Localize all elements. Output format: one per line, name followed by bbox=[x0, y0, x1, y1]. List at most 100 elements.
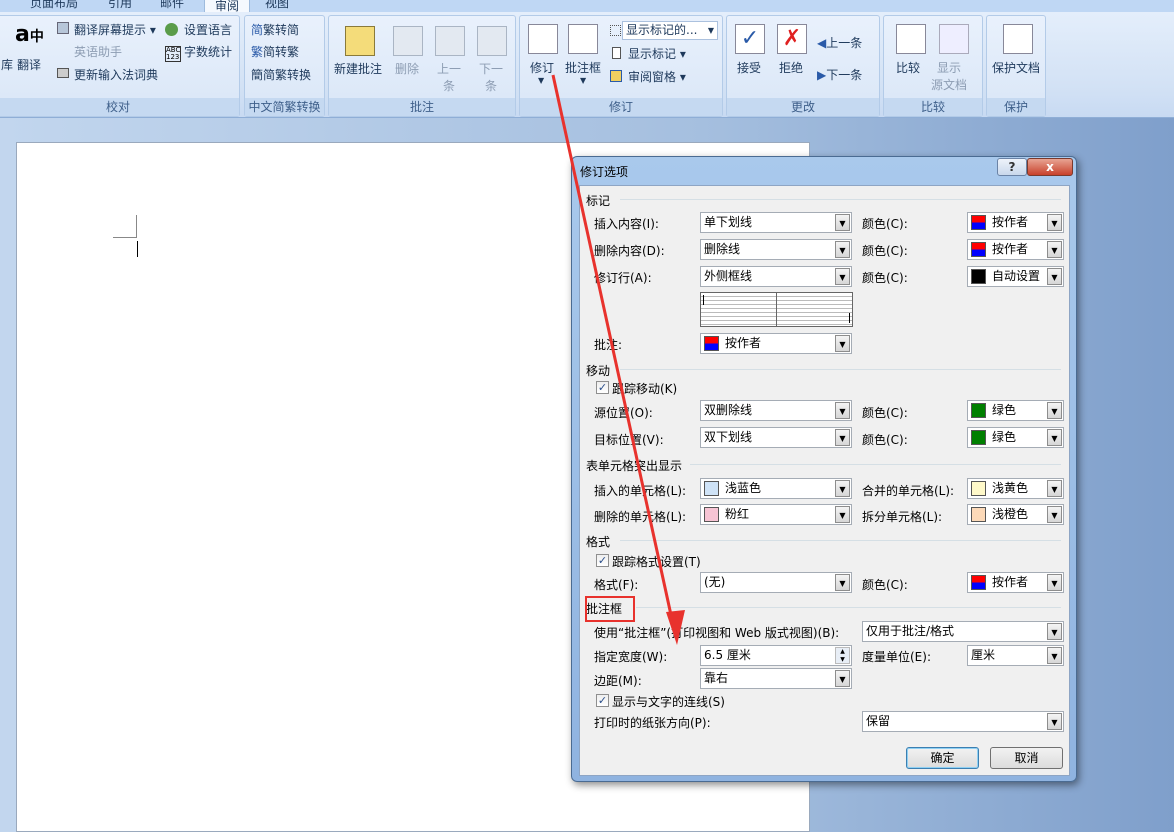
preferred-width-input[interactable]: 6.5 厘米 ▲ ▼ bbox=[700, 645, 852, 666]
next-change-button[interactable]: ▶下一条 bbox=[817, 66, 862, 83]
chevron-down-icon: ▼ bbox=[835, 214, 850, 231]
comments-color-select[interactable]: 按作者 ▼ bbox=[700, 333, 852, 354]
dialog-title: 修订选项 bbox=[580, 165, 629, 179]
tab-review[interactable]: 审阅 bbox=[204, 0, 251, 13]
previous-change-button[interactable]: ◀上一条 bbox=[817, 34, 862, 51]
display-for-review-select[interactable]: 显示标记的... ▼ bbox=[622, 21, 718, 40]
accept-button[interactable]: 接受 bbox=[737, 59, 761, 76]
spinner-icon[interactable]: ▲ ▼ bbox=[835, 647, 850, 664]
chevron-down-icon: ▼ bbox=[1047, 480, 1062, 497]
show-source-button[interactable]: 显示 源文档 bbox=[931, 59, 967, 93]
formatting-select[interactable]: (无) ▼ bbox=[700, 572, 852, 593]
chevron-down-icon: ▼ bbox=[1047, 647, 1062, 664]
cancel-button[interactable]: 取消 bbox=[990, 747, 1063, 769]
color-swatch bbox=[971, 215, 986, 230]
globe-icon bbox=[165, 23, 178, 36]
word-count-button[interactable]: 字数统计 bbox=[184, 43, 232, 60]
track-changes-icon bbox=[528, 24, 558, 54]
color-swatch bbox=[971, 481, 986, 496]
paper-orientation-select[interactable]: 保留 ▼ bbox=[862, 711, 1064, 732]
split-cells-select[interactable]: 浅橙色 ▼ bbox=[967, 504, 1064, 525]
set-language-button[interactable]: 设置语言 bbox=[184, 21, 232, 38]
update-ime-dictionary-button[interactable]: 更新输入法词典 bbox=[74, 66, 158, 83]
translate-screen-tip-button[interactable]: 翻译屏幕提示 ▾ bbox=[74, 21, 156, 38]
show-lines-checkbox[interactable]: ✓ bbox=[596, 694, 609, 707]
track-formatting-label: 跟踪格式设置(T) bbox=[612, 555, 701, 569]
protect-document-button[interactable]: 保护文档 bbox=[992, 59, 1040, 76]
moved-to-select[interactable]: 双下划线 ▼ bbox=[700, 427, 852, 448]
reviewing-pane-button[interactable]: 审阅窗格 ▾ bbox=[628, 68, 686, 85]
delete-comment-button[interactable]: 删除 bbox=[395, 60, 419, 77]
merged-cells-select[interactable]: 浅黄色 ▼ bbox=[967, 478, 1064, 499]
lock-icon bbox=[1003, 24, 1033, 54]
changed-lines-label: 修订行(A): bbox=[594, 271, 652, 285]
translate-button[interactable]: 翻译 bbox=[17, 56, 41, 73]
trad-to-simp-button[interactable]: 简繁转简 bbox=[251, 21, 299, 38]
deletions-select[interactable]: 删除线 ▼ bbox=[700, 239, 852, 260]
value: 浅黄色 bbox=[992, 481, 1029, 495]
chevron-down-icon: ▼ bbox=[835, 429, 850, 446]
formatting-color-select[interactable]: 按作者 ▼ bbox=[967, 572, 1064, 593]
simp-to-trad-button[interactable]: 繁简转繁 bbox=[251, 43, 299, 60]
balloons-icon bbox=[568, 24, 598, 54]
label: 条 bbox=[443, 79, 456, 93]
show-markup-button[interactable]: 显示标记 ▾ bbox=[628, 45, 686, 62]
next-comment-button[interactable]: 下一条 bbox=[479, 60, 503, 94]
track-changes-button[interactable]: 修订 bbox=[530, 59, 554, 76]
moved-to-color-select[interactable]: 绿色 ▼ bbox=[967, 427, 1064, 448]
use-balloons-label: 使用“批注框”(打印视图和 Web 版式视图)(B): bbox=[594, 626, 840, 640]
ok-button[interactable]: 确定 bbox=[906, 747, 979, 769]
chevron-down-icon[interactable]: ▼ bbox=[538, 76, 544, 85]
simp-to-trad-icon: 繁 bbox=[251, 45, 264, 59]
group-compare: 比较 显示 源文档 比较 bbox=[883, 15, 983, 117]
chevron-down-icon: ▼ bbox=[835, 574, 850, 591]
reject-button[interactable]: 拒绝 bbox=[779, 59, 803, 76]
close-button[interactable]: x bbox=[1027, 158, 1073, 176]
english-assistant-button[interactable]: 英语助手 bbox=[74, 43, 122, 60]
changed-lines-select[interactable]: 外侧框线 ▼ bbox=[700, 266, 852, 287]
tab-references[interactable]: 引用 bbox=[108, 0, 132, 11]
next-comment-icon bbox=[477, 26, 507, 56]
track-moves-checkbox[interactable]: ✓ bbox=[596, 381, 609, 394]
chevron-down-icon[interactable]: ▼ bbox=[580, 76, 586, 85]
measure-in-select[interactable]: 厘米 ▼ bbox=[967, 645, 1064, 666]
moved-from-color-select[interactable]: 绿色 ▼ bbox=[967, 400, 1064, 421]
inserted-cells-select[interactable]: 浅蓝色 ▼ bbox=[700, 478, 852, 499]
color-swatch bbox=[704, 507, 719, 522]
value: 绿色 bbox=[992, 430, 1017, 444]
chevron-down-icon: ▼ bbox=[835, 335, 850, 352]
help-button[interactable]: ? bbox=[997, 158, 1027, 176]
comments-label: 批注: bbox=[594, 338, 623, 352]
insertions-color-select[interactable]: 按作者 ▼ bbox=[967, 212, 1064, 233]
tab-page-layout[interactable]: 页面布局 bbox=[30, 0, 78, 11]
group-changes: ✓ 接受 ✗ 拒绝 ◀上一条 ▶下一条 更改 bbox=[726, 15, 880, 117]
track-formatting-checkbox[interactable]: ✓ bbox=[596, 554, 609, 567]
tab-mailings[interactable]: 邮件 bbox=[160, 0, 184, 11]
tab-view[interactable]: 视图 bbox=[265, 0, 289, 11]
changed-lines-color-select[interactable]: 自动设置 ▼ bbox=[967, 266, 1064, 287]
deletions-color-select[interactable]: 按作者 ▼ bbox=[967, 239, 1064, 260]
value: (无) bbox=[704, 575, 726, 589]
balloons-button[interactable]: 批注框 bbox=[565, 59, 601, 76]
previous-comment-button[interactable]: 上一条 bbox=[437, 60, 461, 94]
chevron-down-icon: ▼ bbox=[835, 670, 850, 687]
deleted-cells-select[interactable]: 粉红 ▼ bbox=[700, 504, 852, 525]
compare-button[interactable]: 比较 bbox=[896, 59, 920, 76]
chinese-convert-button[interactable]: 簡简繁转换 bbox=[251, 66, 311, 83]
chevron-down-icon: ▼ bbox=[835, 506, 850, 523]
margin-select[interactable]: 靠右 ▼ bbox=[700, 668, 852, 689]
label: 显示标记 bbox=[628, 47, 677, 61]
chevron-down-icon: ▼ bbox=[1047, 241, 1062, 258]
group-label: 批注 bbox=[329, 98, 515, 116]
value: 删除线 bbox=[704, 242, 741, 256]
label: 繁转简 bbox=[263, 23, 300, 37]
new-comment-button[interactable]: 新建批注 bbox=[334, 60, 382, 77]
moved-from-select[interactable]: 双删除线 ▼ bbox=[700, 400, 852, 421]
label: 源文档 bbox=[931, 78, 968, 92]
value: 绿色 bbox=[992, 403, 1017, 417]
text-cursor bbox=[137, 241, 138, 257]
use-balloons-select[interactable]: 仅用于批注/格式 ▼ bbox=[862, 621, 1064, 642]
research-button[interactable]: 库 bbox=[1, 56, 13, 73]
insertions-select[interactable]: 单下划线 ▼ bbox=[700, 212, 852, 233]
inserted-cells-label: 插入的单元格(L): bbox=[594, 484, 687, 498]
